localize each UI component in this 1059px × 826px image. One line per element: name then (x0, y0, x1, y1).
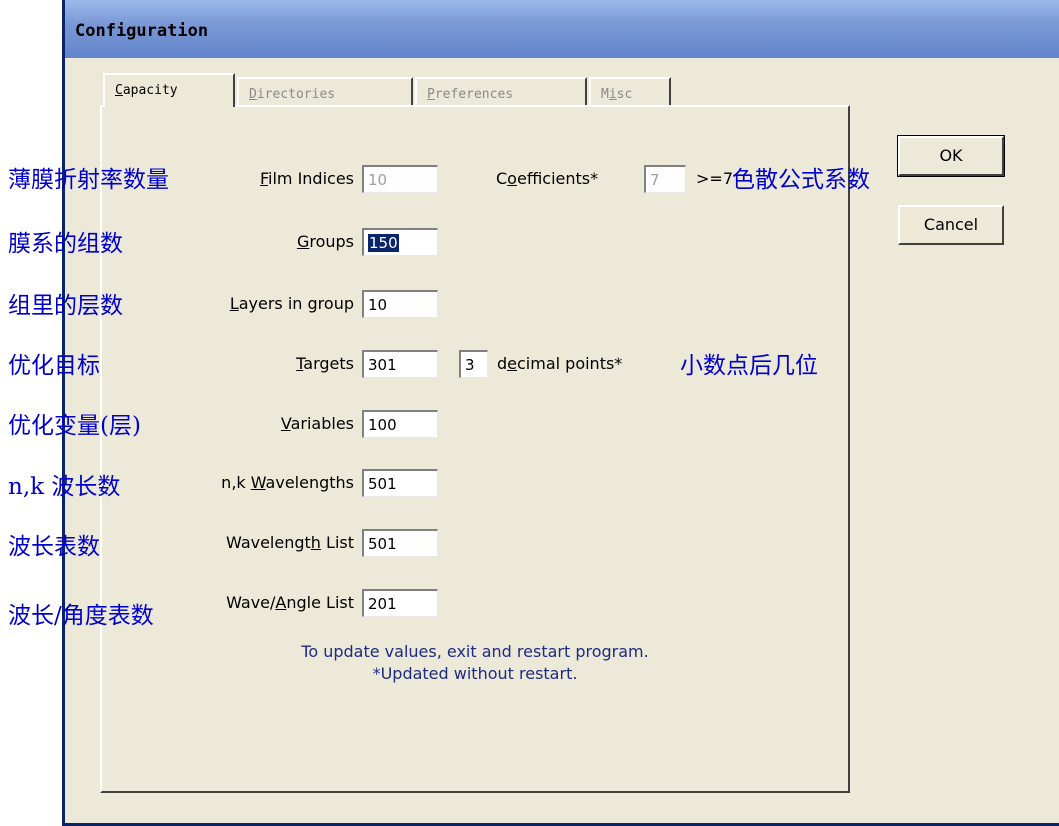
film-indices-field[interactable]: 10 (362, 165, 438, 193)
restart-note: To update values, exit and restart progr… (301, 642, 649, 661)
coefficients-label: Coefficients* (496, 169, 598, 188)
groups-value: 150 (368, 234, 399, 252)
window-title: Configuration (75, 21, 209, 41)
variables-value: 100 (368, 416, 397, 434)
decimal-points-label-text: cimal points* (517, 354, 623, 373)
decimal-points-value: 3 (465, 356, 475, 374)
tab-misc-label: sc (616, 87, 633, 102)
nk-wavelengths-value: 501 (368, 475, 397, 493)
coefficients-label-pre: C (496, 169, 508, 188)
annotation-film-indices: 薄膜折射率数量 (8, 167, 169, 193)
no-restart-note: *Updated without restart. (372, 664, 578, 683)
nk-wavelengths-field[interactable]: 501 (362, 469, 438, 497)
wave-angle-list-value: 201 (368, 595, 397, 613)
groups-label-text: roups (309, 232, 354, 251)
nk-wavelengths-label-pre: n,k (221, 473, 251, 492)
annotation-targets: 优化目标 (8, 353, 100, 379)
annotation-groups: 膜系的组数 (8, 231, 123, 257)
tab-misc-mnemonic: i (608, 87, 617, 102)
targets-value: 301 (368, 356, 397, 374)
capacity-panel: Film Indices 10 Coefficients* 7 >=7 Grou… (100, 105, 850, 793)
tab-capacity[interactable]: Capacity (103, 73, 235, 107)
nk-wavelengths-label-text: avelengths (265, 473, 354, 492)
layers-in-group-label-text: ayers in group (238, 294, 354, 313)
film-indices-value: 10 (368, 171, 388, 189)
ok-button[interactable]: OK (897, 135, 1005, 177)
coefficients-label-text: efficients* (516, 169, 599, 188)
dialog-client-area: Capacity Directories Preferences Misc Fi… (65, 58, 1059, 826)
tab-directories-mnemonic: D (249, 87, 257, 102)
wavelength-list-label-pre: Wavelengt (226, 533, 311, 552)
variables-label-text: ariables (290, 414, 354, 433)
nk-wavelengths-mnemonic: W (250, 473, 266, 492)
groups-label: Groups (297, 232, 354, 251)
wave-angle-list-mnemonic: A (275, 593, 287, 612)
targets-label: Targets (296, 354, 354, 373)
configuration-dialog: Configuration Capacity Directories Prefe… (62, 0, 1059, 826)
coefficients-mnemonic: o (507, 169, 517, 188)
annotation-nk-wavelengths: n,k 波长数 (8, 474, 121, 500)
tab-misc-mnemonic-pre: M (601, 87, 609, 102)
wave-angle-list-label-pre: Wave/ (226, 593, 276, 612)
decimal-points-field[interactable]: 3 (459, 350, 488, 378)
wave-angle-list-field[interactable]: 201 (362, 589, 438, 617)
wavelength-list-field[interactable]: 501 (362, 529, 438, 557)
decimal-points-label: decimal points* (497, 354, 622, 373)
coefficients-field[interactable]: 7 (644, 165, 686, 193)
annotation-decimals: 小数点后几位 (680, 353, 818, 379)
layers-in-group-field[interactable]: 10 (362, 290, 438, 318)
annotation-wave-angle-list: 波长/角度表数 (8, 603, 154, 629)
wavelength-list-mnemonic: h (310, 533, 321, 552)
wave-angle-list-label-text: ngle List (286, 593, 354, 612)
tab-directories[interactable]: Directories (237, 77, 413, 105)
coefficients-suffix: >=7 (696, 169, 733, 188)
tab-preferences-mnemonic: P (427, 87, 435, 102)
annotation-coefficients: 色散公式系数 (732, 167, 870, 193)
tab-preferences[interactable]: Preferences (415, 77, 587, 105)
film-indices-mnemonic: F (259, 169, 268, 188)
layers-in-group-label: Layers in group (230, 294, 354, 313)
wavelength-list-value: 501 (368, 535, 397, 553)
annotation-layers: 组里的层数 (8, 293, 123, 319)
variables-mnemonic: V (280, 414, 291, 433)
film-indices-label-text: ilm Indices (268, 169, 354, 188)
layers-in-group-mnemonic: L (229, 294, 239, 313)
film-indices-label: Film Indices (260, 169, 354, 188)
wavelength-list-label-text: List (320, 533, 354, 552)
wave-angle-list-label: Wave/Angle List (226, 593, 354, 612)
variables-field[interactable]: 100 (362, 410, 438, 438)
decimal-points-mnemonic: e (507, 354, 517, 373)
coefficients-value: 7 (650, 171, 660, 189)
wavelength-list-label: Wavelength List (226, 533, 354, 552)
tab-capacity-mnemonic: C (115, 83, 123, 98)
targets-field[interactable]: 301 (362, 350, 438, 378)
targets-label-text: argets (303, 354, 354, 373)
title-bar[interactable]: Configuration (65, 0, 1059, 58)
annotation-variables: 优化变量(层) (8, 413, 141, 439)
cancel-button[interactable]: Cancel (898, 205, 1004, 245)
tab-capacity-label: apacity (122, 83, 178, 98)
layers-in-group-value: 10 (368, 296, 388, 314)
decimal-points-label-pre: d (497, 354, 508, 373)
variables-label: Variables (281, 414, 354, 433)
groups-field[interactable]: 150 (362, 228, 438, 256)
tab-directories-label: irectories (256, 87, 336, 102)
groups-mnemonic: G (296, 232, 310, 251)
nk-wavelengths-label: n,k Wavelengths (221, 473, 354, 492)
annotation-wavelength-list: 波长表数 (8, 534, 100, 560)
tab-preferences-label: references (434, 87, 514, 102)
tab-misc[interactable]: Misc (589, 77, 671, 105)
